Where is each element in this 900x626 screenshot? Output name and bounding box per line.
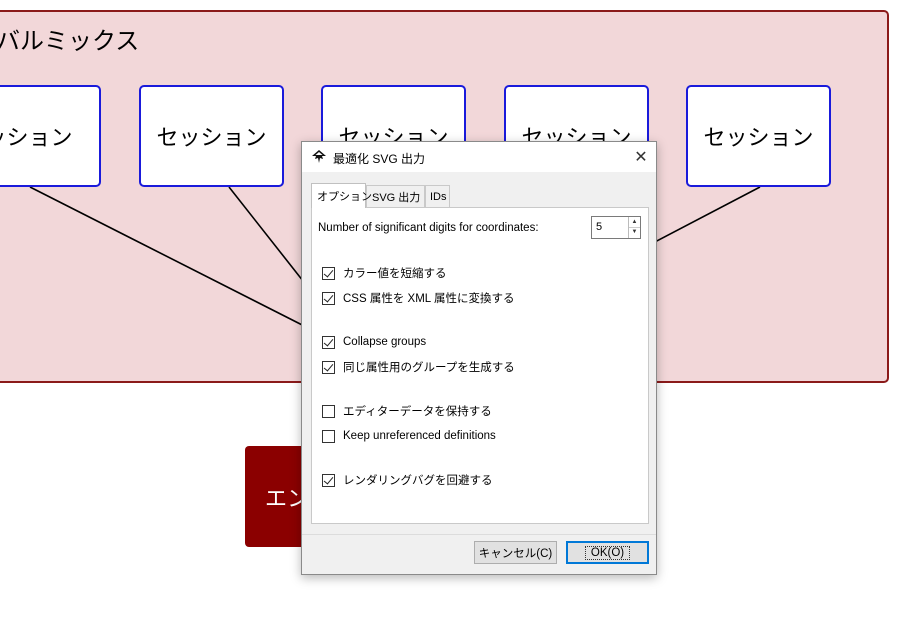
session-node[interactable]: セッション: [686, 85, 831, 187]
precision-value[interactable]: 5: [596, 221, 602, 233]
option-keep-unreferenced-defs[interactable]: Keep unreferenced definitions: [322, 428, 496, 444]
tab-options[interactable]: オプション: [311, 183, 372, 208]
option-avoid-rendering-bugs[interactable]: レンダリングバグを回避する: [322, 472, 493, 488]
checkbox-label: Collapse groups: [343, 336, 427, 348]
close-icon[interactable]: ✕: [626, 142, 656, 172]
session-node[interactable]: ッション: [0, 85, 101, 187]
title-bar[interactable]: 最適化 SVG 出力 ✕: [302, 142, 656, 172]
inkscape-icon: [312, 150, 326, 163]
option-shorten-color[interactable]: カラー値を短縮する: [322, 265, 447, 281]
checkbox[interactable]: [322, 429, 335, 443]
optimized-svg-dialog: 最適化 SVG 出力 ✕ オプション SVG 出力 IDs Number of …: [301, 141, 657, 575]
checkbox-label: 同じ属性用のグループを生成する: [343, 362, 515, 374]
tab-svg-output[interactable]: SVG 出力: [366, 185, 425, 207]
spin-down-icon[interactable]: ▼: [629, 227, 640, 237]
option-collapse-groups[interactable]: Collapse groups: [322, 334, 426, 350]
checkbox-label: Keep unreferenced definitions: [343, 430, 496, 442]
tab-ids[interactable]: IDs: [425, 185, 450, 207]
option-create-groups[interactable]: 同じ属性用のグループを生成する: [322, 359, 515, 375]
checkbox-label: エディターデータを保持する: [343, 406, 492, 418]
ok-button-label: OK(O): [584, 545, 631, 560]
checkbox-label: カラー値を短縮する: [343, 268, 447, 280]
options-panel: Number of significant digits for coordin…: [311, 207, 649, 524]
spin-buttons: ▲ ▼: [628, 217, 640, 238]
checkbox[interactable]: [322, 335, 335, 349]
precision-stepper[interactable]: 5 ▲ ▼: [591, 216, 641, 239]
checkbox-label: CSS 属性を XML 属性に変換する: [343, 293, 515, 305]
session-node[interactable]: セッション: [139, 85, 284, 187]
option-css-to-xml[interactable]: CSS 属性を XML 属性に変換する: [322, 290, 514, 306]
precision-label: Number of significant digits for coordin…: [318, 222, 539, 234]
cancel-button[interactable]: キャンセル(C): [474, 541, 557, 564]
checkbox[interactable]: [322, 291, 335, 305]
checkbox[interactable]: [322, 473, 335, 487]
dialog-title: 最適化 SVG 出力: [333, 152, 426, 166]
connector-line: [29, 186, 319, 334]
option-keep-editor-data[interactable]: エディターデータを保持する: [322, 403, 492, 419]
ok-button[interactable]: OK(O): [566, 541, 649, 564]
checkbox[interactable]: [322, 360, 335, 374]
checkbox[interactable]: [322, 266, 335, 280]
footer-divider: [302, 534, 656, 535]
checkbox[interactable]: [322, 404, 335, 418]
checkbox-label: レンダリングバグを回避する: [343, 475, 493, 487]
